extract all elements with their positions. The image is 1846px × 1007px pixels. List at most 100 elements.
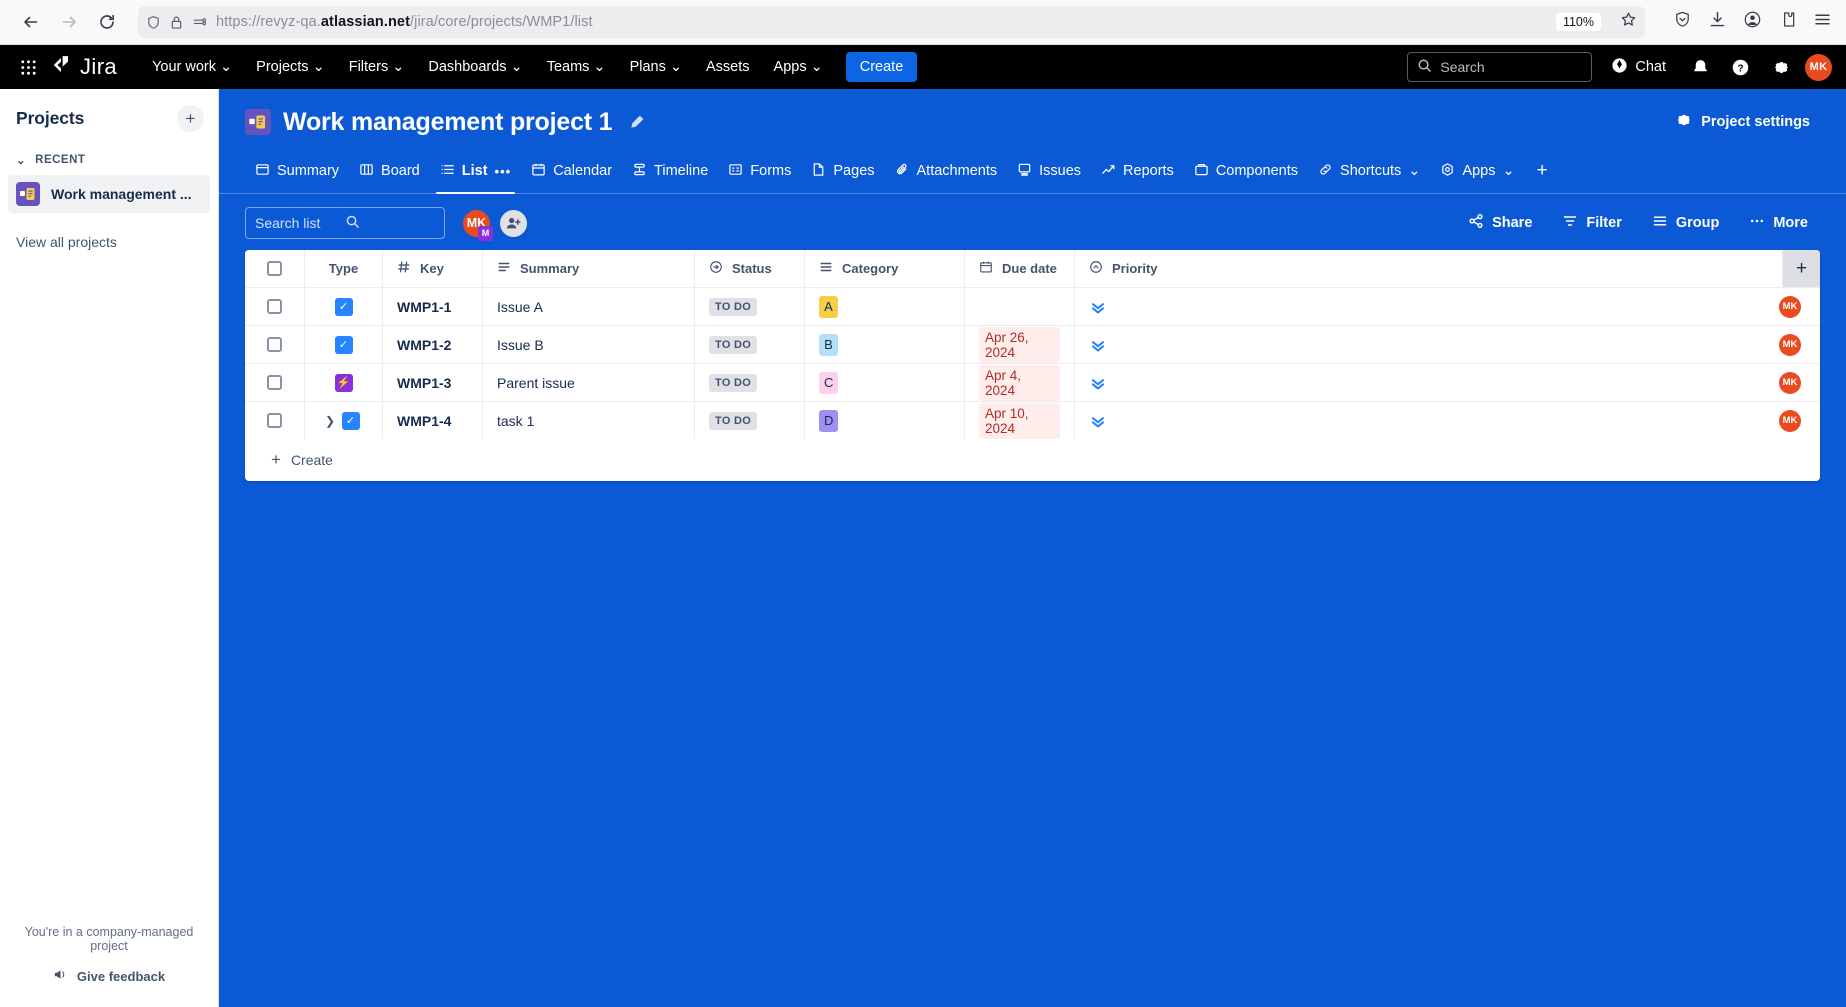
issue-summary[interactable]: task 1 xyxy=(483,402,695,439)
row-checkbox[interactable] xyxy=(245,288,305,325)
sidebar-item-work-management[interactable]: Work management ... xyxy=(8,175,210,213)
create-issue-row[interactable]: + Create xyxy=(245,439,1820,481)
search-list-input[interactable]: Search list xyxy=(245,207,445,239)
nav-item-teams[interactable]: Teams⌄ xyxy=(536,52,617,82)
column-header-summary[interactable]: Summary xyxy=(483,250,695,287)
tab-attachments[interactable]: Attachments xyxy=(885,152,1008,193)
forward-arrow-icon[interactable] xyxy=(52,5,86,39)
row-checkbox[interactable] xyxy=(245,402,305,439)
bell-icon[interactable] xyxy=(1685,52,1715,82)
table-row[interactable]: ❯ ✓ WMP1-4 task 1 TO DO D Apr 10, 2024 M… xyxy=(245,402,1820,439)
column-header-priority[interactable]: Priority xyxy=(1075,250,1782,287)
issue-due-date[interactable] xyxy=(965,288,1075,325)
issue-assignee[interactable]: MK xyxy=(1760,326,1820,363)
tab-shortcuts[interactable]: Shortcuts ⌄ xyxy=(1308,152,1430,193)
column-header-key[interactable]: Key xyxy=(383,250,483,287)
issue-due-date[interactable]: Apr 26, 2024 xyxy=(965,326,1075,363)
view-all-projects-link[interactable]: View all projects xyxy=(0,225,218,259)
sidebar-section-recent[interactable]: ⌄ RECENT xyxy=(0,150,218,170)
issue-type-icon[interactable]: ⚡ xyxy=(305,364,383,401)
gear-icon[interactable] xyxy=(1765,52,1795,82)
issue-summary[interactable]: Parent issue xyxy=(483,364,695,401)
issue-assignee[interactable]: MK xyxy=(1760,288,1820,325)
url-bar[interactable]: https://revyz-qa.atlassian.net/jira/core… xyxy=(138,6,1645,38)
nav-item-assets[interactable]: Assets xyxy=(695,52,761,82)
tab-timeline[interactable]: Timeline xyxy=(622,152,718,193)
issue-priority[interactable] xyxy=(1075,288,1760,325)
avatar[interactable]: MK M xyxy=(461,208,492,239)
give-feedback-button[interactable]: Give feedback xyxy=(12,967,206,991)
add-person-icon[interactable] xyxy=(498,208,529,239)
user-avatar[interactable]: MK xyxy=(1805,54,1832,81)
tab-reports[interactable]: Reports xyxy=(1091,152,1184,193)
back-arrow-icon[interactable] xyxy=(14,5,48,39)
tab-list[interactable]: List ••• xyxy=(430,152,521,193)
tab-issues[interactable]: Issues xyxy=(1007,152,1091,193)
issue-priority[interactable] xyxy=(1075,364,1760,401)
issue-priority[interactable] xyxy=(1075,402,1760,439)
column-header-due-date[interactable]: Due date xyxy=(965,250,1075,287)
tab-forms[interactable]: Forms xyxy=(718,152,801,193)
jira-logo[interactable]: Jira xyxy=(50,53,117,81)
column-header-type[interactable]: Type xyxy=(305,250,383,287)
issue-status[interactable]: TO DO xyxy=(695,364,805,401)
issue-assignee[interactable]: MK xyxy=(1760,364,1820,401)
tab-apps[interactable]: Apps ⌄ xyxy=(1430,152,1524,193)
group-button[interactable]: Group xyxy=(1640,206,1732,240)
tab-pages[interactable]: Pages xyxy=(801,152,884,193)
issue-category[interactable]: D xyxy=(805,402,965,439)
row-checkbox[interactable] xyxy=(245,364,305,401)
create-button[interactable]: Create xyxy=(846,52,918,82)
select-all-checkbox[interactable] xyxy=(245,250,305,287)
issue-status[interactable]: TO DO xyxy=(695,326,805,363)
nav-item-filters[interactable]: Filters⌄ xyxy=(338,52,416,82)
issue-status[interactable]: TO DO xyxy=(695,288,805,325)
table-row[interactable]: ⚡ WMP1-3 Parent issue TO DO C Apr 4, 202… xyxy=(245,364,1820,402)
extensions-icon[interactable] xyxy=(1778,10,1797,34)
filter-button[interactable]: Filter xyxy=(1550,206,1633,240)
nav-item-your-work[interactable]: Your work⌄ xyxy=(141,52,243,82)
issue-due-date[interactable]: Apr 10, 2024 xyxy=(965,402,1075,439)
nav-item-apps[interactable]: Apps⌄ xyxy=(763,52,834,82)
project-settings-button[interactable]: Project settings xyxy=(1664,105,1820,139)
table-row[interactable]: ✓ WMP1-1 Issue A TO DO A MK xyxy=(245,288,1820,326)
expand-row-icon[interactable]: ❯ xyxy=(325,414,335,428)
edit-pencil-icon[interactable] xyxy=(628,113,646,131)
tab-summary[interactable]: Summary xyxy=(245,152,349,193)
more-button[interactable]: More xyxy=(1737,206,1820,240)
column-header-category[interactable]: Category xyxy=(805,250,965,287)
issue-category[interactable]: A xyxy=(805,288,965,325)
column-header-status[interactable]: Status xyxy=(695,250,805,287)
issue-key[interactable]: WMP1-3 xyxy=(383,364,483,401)
reload-icon[interactable] xyxy=(90,5,124,39)
issue-key[interactable]: WMP1-4 xyxy=(383,402,483,439)
zoom-level-indicator[interactable]: 110% xyxy=(1556,13,1601,31)
global-search-input[interactable]: Search xyxy=(1407,52,1592,82)
shield-icon[interactable] xyxy=(1673,10,1692,34)
tab-components[interactable]: Components xyxy=(1184,152,1308,193)
menu-icon[interactable] xyxy=(1813,10,1832,34)
issue-priority[interactable] xyxy=(1075,326,1760,363)
download-icon[interactable] xyxy=(1708,10,1727,34)
star-icon[interactable] xyxy=(1620,11,1637,33)
share-button[interactable]: Share xyxy=(1456,206,1544,240)
nav-item-projects[interactable]: Projects⌄ xyxy=(245,52,336,82)
account-icon[interactable] xyxy=(1743,10,1762,34)
table-row[interactable]: ✓ WMP1-2 Issue B TO DO B Apr 26, 2024 MK xyxy=(245,326,1820,364)
issue-key[interactable]: WMP1-1 xyxy=(383,288,483,325)
tab-board[interactable]: Board xyxy=(349,152,430,193)
help-icon[interactable]: ? xyxy=(1725,52,1755,82)
issue-type-icon[interactable]: ✓ xyxy=(305,326,383,363)
grid-apps-icon[interactable] xyxy=(14,58,42,77)
issue-due-date[interactable]: Apr 4, 2024 xyxy=(965,364,1075,401)
add-project-button[interactable]: + xyxy=(177,105,204,132)
issue-category[interactable]: B xyxy=(805,326,965,363)
issue-summary[interactable]: Issue B xyxy=(483,326,695,363)
tab-calendar[interactable]: Calendar xyxy=(521,152,622,193)
issue-status[interactable]: TO DO xyxy=(695,402,805,439)
issue-key[interactable]: WMP1-2 xyxy=(383,326,483,363)
issue-type-icon[interactable]: ✓ xyxy=(305,288,383,325)
add-tab-button[interactable]: + xyxy=(1525,152,1560,193)
issue-type-icon[interactable]: ❯ ✓ xyxy=(305,402,383,439)
nav-item-plans[interactable]: Plans⌄ xyxy=(619,52,693,82)
